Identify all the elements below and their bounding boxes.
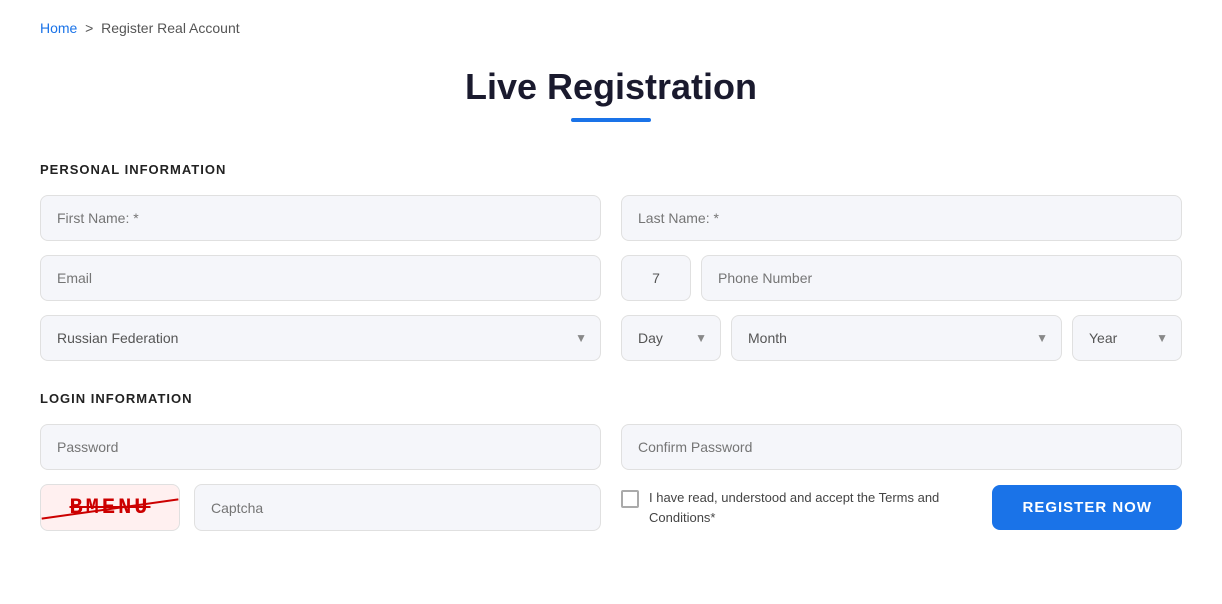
month-select[interactable]: Month January February March April May J… (731, 315, 1062, 361)
password-input[interactable] (40, 424, 601, 470)
country-dob-row: Russian Federation United States Germany… (40, 315, 1182, 361)
password-col (40, 424, 601, 470)
captcha-input[interactable] (194, 484, 601, 531)
last-name-col (621, 195, 1182, 241)
day-select[interactable]: Day 1 2 3 (621, 315, 721, 361)
country-col: Russian Federation United States Germany… (40, 315, 601, 361)
year-select[interactable]: Year 2024 2000 1990 1980 (1072, 315, 1182, 361)
first-name-input[interactable] (40, 195, 601, 241)
name-row (40, 195, 1182, 241)
dob-col: Day 1 2 3 ▼ Month January February March… (621, 315, 1182, 361)
captcha-display: BMENU (69, 495, 150, 520)
country-select-wrapper: Russian Federation United States Germany… (40, 315, 601, 361)
country-select[interactable]: Russian Federation United States Germany… (40, 315, 601, 361)
phone-code: 7 (621, 255, 691, 301)
breadcrumb-current: Register Real Account (101, 20, 240, 36)
phone-input[interactable] (701, 255, 1182, 301)
captcha-area: BMENU (40, 484, 601, 531)
month-select-wrapper: Month January February March April May J… (731, 315, 1062, 361)
phone-col: 7 (621, 255, 1182, 301)
terms-checkbox[interactable] (621, 490, 639, 508)
terms-text: I have read, understood and accept the T… (649, 488, 972, 527)
breadcrumb: Home > Register Real Account (40, 20, 1182, 36)
breadcrumb-home[interactable]: Home (40, 20, 77, 36)
login-info-label: LOGIN INFORMATION (40, 391, 1182, 406)
email-phone-row: 7 (40, 255, 1182, 301)
breadcrumb-separator: > (85, 20, 93, 36)
day-select-wrapper: Day 1 2 3 ▼ (621, 315, 721, 361)
register-button[interactable]: REGISTER NOW (992, 485, 1182, 530)
last-name-input[interactable] (621, 195, 1182, 241)
personal-info-label: PERSONAL INFORMATION (40, 162, 1182, 177)
confirm-password-input[interactable] (621, 424, 1182, 470)
email-col (40, 255, 601, 301)
confirm-password-col (621, 424, 1182, 470)
password-row (40, 424, 1182, 470)
first-name-col (40, 195, 601, 241)
terms-row: I have read, understood and accept the T… (621, 488, 972, 527)
bottom-row: BMENU I have read, understood and accept… (40, 484, 1182, 531)
captcha-image: BMENU (40, 484, 180, 531)
page-title-container: Live Registration (40, 66, 1182, 122)
title-underline (571, 118, 651, 122)
year-select-wrapper: Year 2024 2000 1990 1980 ▼ (1072, 315, 1182, 361)
terms-register-area: I have read, understood and accept the T… (621, 485, 1182, 530)
personal-info-section: PERSONAL INFORMATION 7 Russian Federatio… (40, 162, 1182, 361)
login-info-section: LOGIN INFORMATION BMENU I have read, und… (40, 391, 1182, 531)
page-title: Live Registration (40, 66, 1182, 108)
email-input[interactable] (40, 255, 601, 301)
